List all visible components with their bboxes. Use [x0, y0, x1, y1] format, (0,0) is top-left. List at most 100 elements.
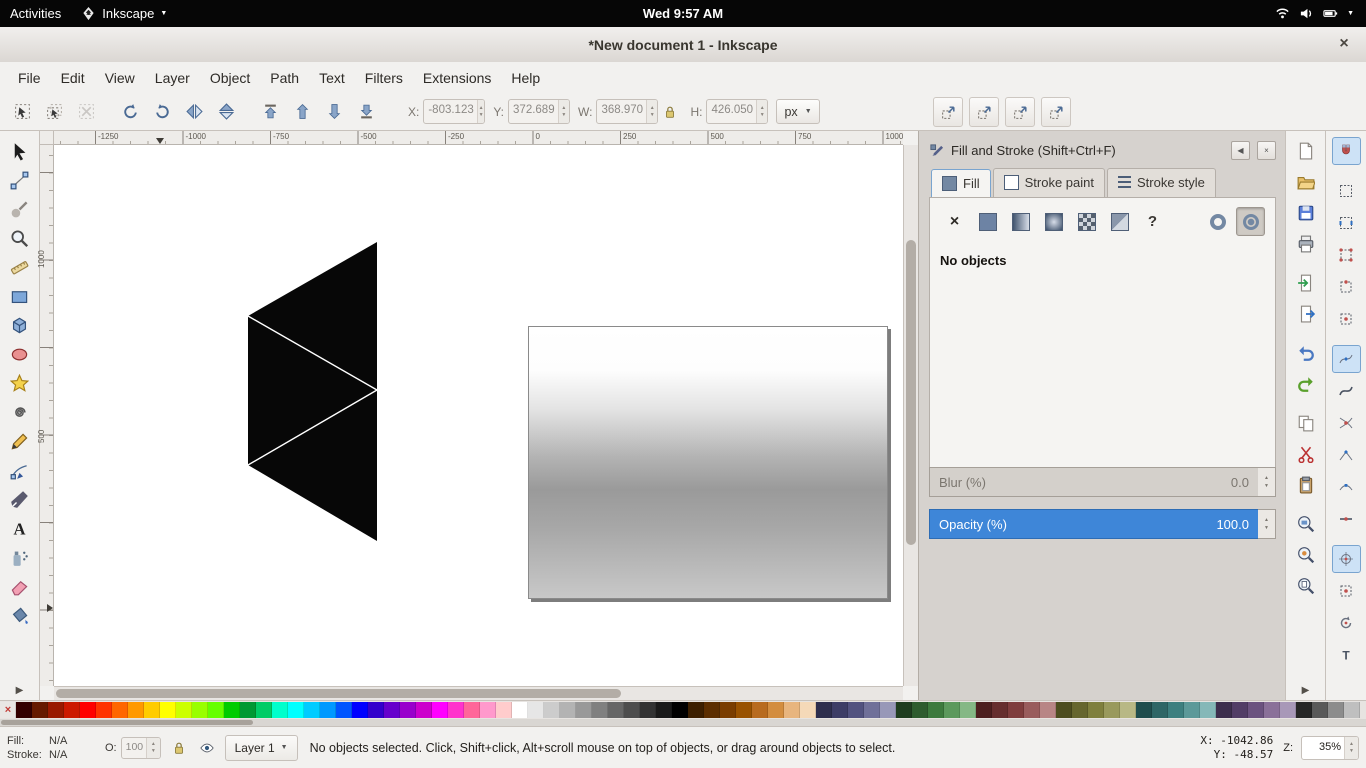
palette-color-38[interactable]: [608, 702, 624, 718]
vertical-ruler[interactable]: 1000500: [40, 145, 54, 686]
snap-to-paths-toggle[interactable]: [1332, 377, 1361, 405]
palette-color-54[interactable]: [864, 702, 880, 718]
palette-color-44[interactable]: [704, 702, 720, 718]
export-image-button[interactable]: [1291, 300, 1321, 328]
spin-down-icon[interactable]: ▼: [561, 113, 566, 118]
menu-view[interactable]: View: [95, 65, 145, 91]
snap-bbox-corners-toggle[interactable]: [1332, 241, 1361, 269]
ellipse-tool[interactable]: [5, 340, 35, 369]
transform-patterns-toggle[interactable]: [1041, 97, 1071, 127]
spin-up-icon[interactable]: ▲: [1349, 742, 1354, 747]
spiral-tool[interactable]: [5, 398, 35, 427]
save-document-button[interactable]: [1291, 199, 1321, 227]
snap-nodes-toggle[interactable]: [1332, 345, 1361, 373]
opacity-slider[interactable]: Opacity (%) 100.0 ▲ ▼: [929, 509, 1276, 539]
palette-color-68[interactable]: [1088, 702, 1104, 718]
text-tool[interactable]: [5, 514, 35, 543]
blur-spinner[interactable]: ▲ ▼: [1258, 467, 1276, 497]
zoom-field[interactable]: 35% ▲ ▼: [1301, 736, 1359, 760]
palette-color-79[interactable]: [1264, 702, 1280, 718]
opacity-spinner[interactable]: ▲ ▼: [1258, 509, 1276, 539]
menu-help[interactable]: Help: [501, 65, 550, 91]
rotate-90-ccw-button[interactable]: [116, 98, 144, 126]
palette-color-41[interactable]: [656, 702, 672, 718]
import-image-button[interactable]: [1291, 269, 1321, 297]
scale-stroke-width-toggle[interactable]: [933, 97, 963, 127]
pencil-tool[interactable]: [5, 427, 35, 456]
menu-text[interactable]: Text: [309, 65, 355, 91]
spin-down-icon[interactable]: ▼: [479, 113, 484, 118]
palette-color-14[interactable]: [224, 702, 240, 718]
palette-color-57[interactable]: [912, 702, 928, 718]
toolbox-expander-icon[interactable]: ▶: [16, 685, 24, 696]
copy-button[interactable]: [1291, 409, 1321, 437]
clock[interactable]: Wed 9:57 AM: [643, 6, 723, 21]
palette-color-53[interactable]: [848, 702, 864, 718]
tab-stroke-style[interactable]: Stroke style: [1107, 168, 1216, 197]
palette-color-49[interactable]: [784, 702, 800, 718]
palette-scrollbar[interactable]: [0, 719, 1366, 726]
palette-color-32[interactable]: [512, 702, 528, 718]
zoom-tool[interactable]: [5, 224, 35, 253]
print-document-button[interactable]: [1291, 230, 1321, 258]
box3d-tool[interactable]: [5, 311, 35, 340]
spin-down-icon[interactable]: ▼: [760, 113, 765, 118]
lock-width-height-button[interactable]: [659, 101, 681, 123]
paint-bucket-tool[interactable]: [5, 601, 35, 630]
select-all-in-all-layers-button[interactable]: [40, 98, 68, 126]
palette-color-15[interactable]: [240, 702, 256, 718]
palette-color-75[interactable]: [1200, 702, 1216, 718]
palette-color-66[interactable]: [1056, 702, 1072, 718]
snap-path-intersections-toggle[interactable]: [1332, 409, 1361, 437]
palette-color-84[interactable]: [1344, 702, 1360, 718]
spin-up-icon[interactable]: ▲: [1264, 476, 1269, 481]
dock-prev-button[interactable]: ◀: [1231, 141, 1250, 160]
dock-close-button[interactable]: ×: [1257, 141, 1276, 160]
snap-others-toggle[interactable]: [1332, 545, 1361, 573]
palette-color-26[interactable]: [416, 702, 432, 718]
snap-enable-toggle[interactable]: [1332, 137, 1361, 165]
palette-color-64[interactable]: [1024, 702, 1040, 718]
palette-color-78[interactable]: [1248, 702, 1264, 718]
system-status-area[interactable]: ▼: [1275, 6, 1366, 21]
palette-color-72[interactable]: [1152, 702, 1168, 718]
tab-stroke-paint[interactable]: Stroke paint: [993, 168, 1105, 197]
flip-horizontal-button[interactable]: [180, 98, 208, 126]
palette-color-29[interactable]: [464, 702, 480, 718]
pen-tool[interactable]: [5, 456, 35, 485]
transform-gradients-toggle[interactable]: [1005, 97, 1035, 127]
spray-tool[interactable]: [5, 543, 35, 572]
menu-object[interactable]: Object: [200, 65, 260, 91]
palette-color-18[interactable]: [288, 702, 304, 718]
snap-line-midpoints-toggle[interactable]: [1332, 505, 1361, 533]
eraser-tool[interactable]: [5, 572, 35, 601]
palette-color-27[interactable]: [432, 702, 448, 718]
palette-color-16[interactable]: [256, 702, 272, 718]
paint-swatch-button[interactable]: [1105, 207, 1134, 236]
spin-up-icon[interactable]: ▲: [151, 742, 156, 747]
flip-vertical-button[interactable]: [212, 98, 240, 126]
snap-bbox-centers-toggle[interactable]: [1332, 305, 1361, 333]
palette-color-6[interactable]: [96, 702, 112, 718]
fill-indicator-value[interactable]: N/A: [49, 734, 97, 748]
palette-color-31[interactable]: [496, 702, 512, 718]
snap-smooth-nodes-toggle[interactable]: [1332, 473, 1361, 501]
palette-color-77[interactable]: [1232, 702, 1248, 718]
paint-linear-gradient-button[interactable]: [1006, 207, 1035, 236]
palette-color-3[interactable]: [48, 702, 64, 718]
new-document-button[interactable]: [1291, 137, 1321, 165]
layer-selector[interactable]: Layer 1 ▼: [225, 735, 298, 761]
palette-color-82[interactable]: [1312, 702, 1328, 718]
canvas[interactable]: [54, 145, 903, 686]
palette-color-45[interactable]: [720, 702, 736, 718]
spin-down-icon[interactable]: ▼: [650, 113, 655, 118]
palette-color-30[interactable]: [480, 702, 496, 718]
scale-rounded-corners-toggle[interactable]: [969, 97, 999, 127]
palette-color-47[interactable]: [752, 702, 768, 718]
palette-color-69[interactable]: [1104, 702, 1120, 718]
palette-color-74[interactable]: [1184, 702, 1200, 718]
palette-color-17[interactable]: [272, 702, 288, 718]
spin-up-icon[interactable]: ▲: [561, 106, 566, 111]
spin-down-icon[interactable]: ▼: [151, 749, 156, 754]
palette-color-39[interactable]: [624, 702, 640, 718]
